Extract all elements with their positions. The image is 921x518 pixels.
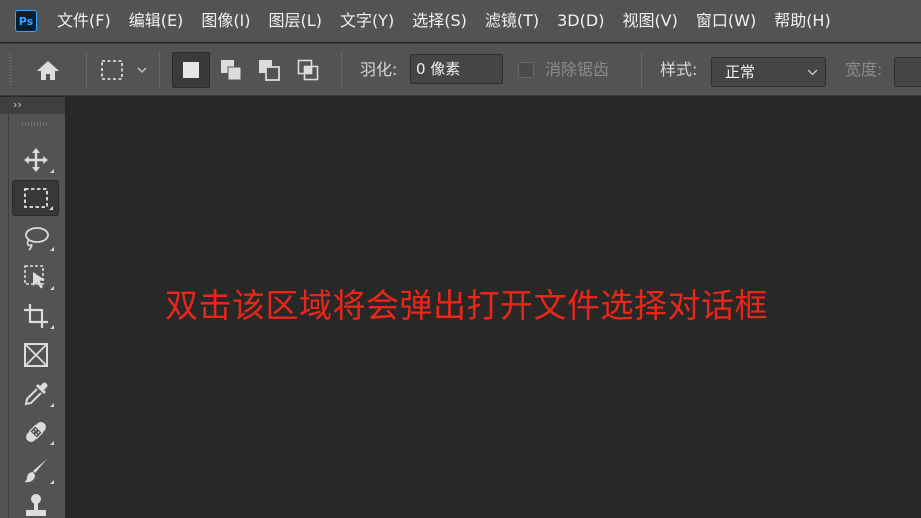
antialias-label: 消除锯齿 xyxy=(545,60,610,79)
open-file-hint: 双击该区域将会弹出打开文件选择对话框 xyxy=(165,286,768,325)
document-drop-area[interactable]: 双击该区域将会弹出打开文件选择对话框 xyxy=(66,97,921,518)
clone-stamp-tool-icon[interactable] xyxy=(12,492,59,518)
style-label: 样式: xyxy=(660,60,698,79)
chevron-down-icon xyxy=(807,58,818,97)
move-tool-icon[interactable] xyxy=(12,142,59,178)
frame-tool-icon[interactable] xyxy=(12,337,59,373)
menu-view[interactable]: 视图(V) xyxy=(613,0,686,42)
menu-3d[interactable]: 3D(D) xyxy=(548,0,613,42)
spot-healing-brush-tool-icon[interactable] xyxy=(12,414,59,450)
menu-select[interactable]: 选择(S) xyxy=(403,0,476,42)
style-select-value: 正常 xyxy=(725,63,756,81)
width-label: 宽度: xyxy=(845,60,883,79)
lasso-tool-icon[interactable] xyxy=(12,220,59,256)
home-icon[interactable] xyxy=(30,56,66,84)
menu-type[interactable]: 文字(Y) xyxy=(331,0,403,42)
add-to-selection-icon[interactable] xyxy=(212,52,250,88)
antialias-checkbox[interactable] xyxy=(518,62,534,78)
menu-file[interactable]: 文件(F) xyxy=(48,0,120,42)
toolbox-grip[interactable] xyxy=(22,122,48,126)
eyedropper-tool-icon[interactable] xyxy=(12,376,59,412)
rectangular-marquee-tool-icon[interactable] xyxy=(12,180,59,216)
new-selection-icon[interactable] xyxy=(172,52,210,88)
panel-collapse-button[interactable]: ›› xyxy=(0,97,65,114)
feather-label: 羽化: xyxy=(360,60,398,79)
crop-tool-icon[interactable] xyxy=(12,298,59,334)
menu-filter[interactable]: 滤镜(T) xyxy=(476,0,548,42)
object-selection-tool-icon[interactable] xyxy=(12,259,59,295)
intersect-selection-icon[interactable] xyxy=(289,52,327,88)
width-input[interactable] xyxy=(894,57,921,87)
menu-edit[interactable]: 编辑(E) xyxy=(120,0,193,42)
style-select[interactable]: 正常 xyxy=(711,57,826,87)
menu-bar: Ps 文件(F) 编辑(E) 图像(I) 图层(L) 文字(Y) 选择(S) 滤… xyxy=(0,0,921,42)
menu-image[interactable]: 图像(I) xyxy=(192,0,259,42)
menu-window[interactable]: 窗口(W) xyxy=(687,0,765,42)
feather-input[interactable]: 0 像素 xyxy=(410,54,503,84)
options-bar-grip[interactable] xyxy=(9,54,12,86)
subtract-from-selection-icon[interactable] xyxy=(250,52,288,88)
menu-help[interactable]: 帮助(H) xyxy=(765,0,840,42)
brush-tool-icon[interactable] xyxy=(12,453,59,489)
photoshop-logo[interactable]: Ps xyxy=(15,10,37,32)
menu-layer[interactable]: 图层(L) xyxy=(260,0,331,42)
marquee-preset-picker[interactable] xyxy=(96,56,152,84)
